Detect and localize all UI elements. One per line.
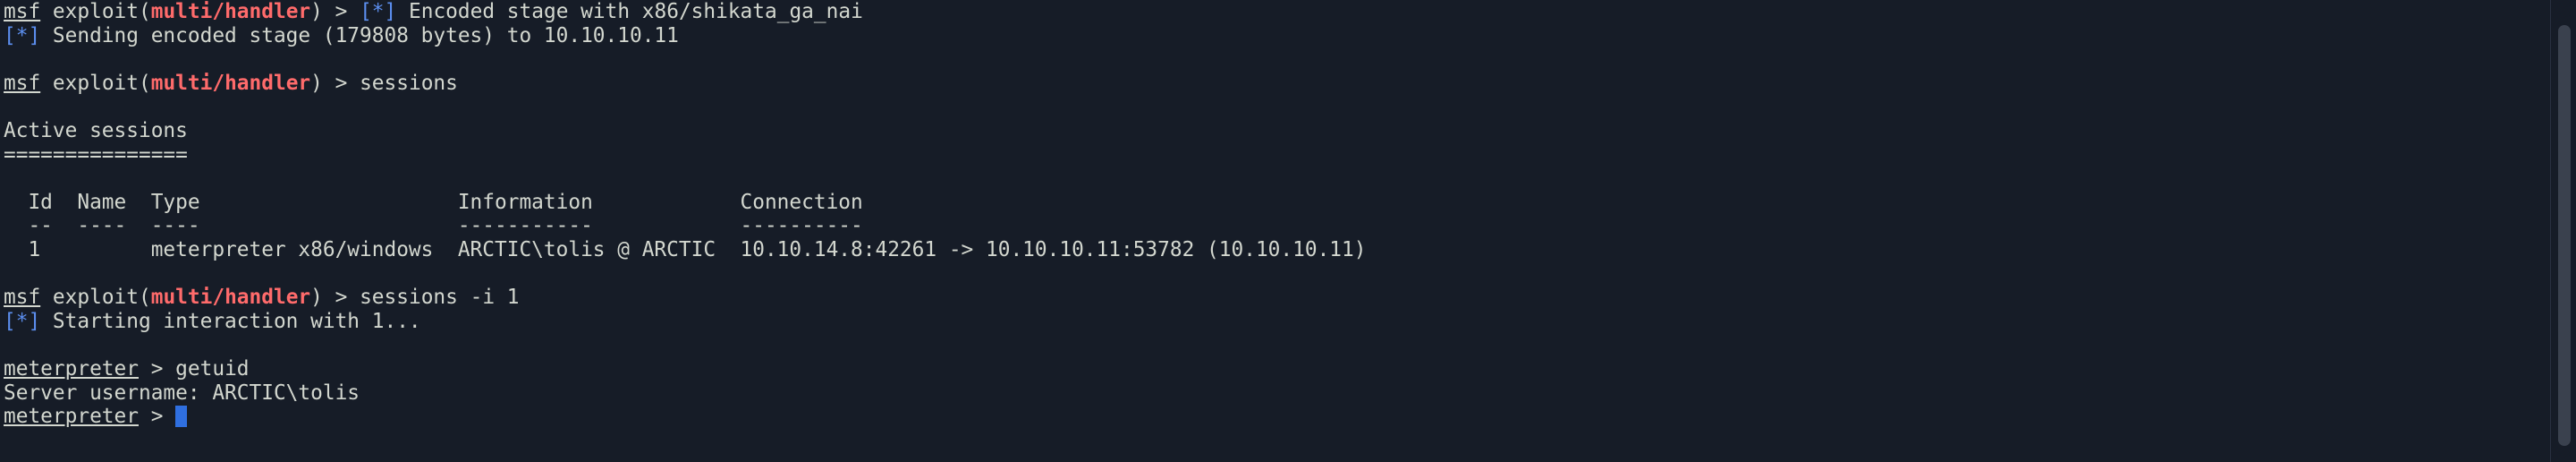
output-text: Sending encoded stage (179808 bytes) to …: [40, 23, 679, 47]
terminal-line-empty: [0, 47, 2551, 72]
terminal-window[interactable]: msf exploit(multi/handler) > [*] Encoded…: [0, 0, 2551, 462]
output-text: Starting interaction with 1...: [40, 309, 421, 333]
table-row: 1 meterpreter x86/windows ARCTIC\tolis @…: [4, 237, 1367, 261]
msf-prompt: msf: [4, 71, 41, 95]
msf-prompt: msf: [4, 286, 41, 310]
terminal-line: [*] Starting interaction with 1...: [0, 310, 2551, 334]
prompt-arrow: >: [138, 405, 176, 429]
text-cursor[interactable]: [175, 406, 188, 428]
sessions-underline: ===============: [4, 142, 188, 167]
terminal-line: msf exploit(multi/handler) > sessions: [0, 72, 2551, 96]
terminal-line-empty: [0, 333, 2551, 357]
terminal-line-empty: [0, 262, 2551, 287]
table-separator: -- ---- ---- ----------- ----------: [4, 214, 863, 238]
vertical-scrollbar[interactable]: [2550, 0, 2576, 462]
exploit-label: exploit(: [52, 286, 151, 310]
terminal-line-active[interactable]: meterpreter >: [0, 405, 2551, 429]
terminal-line-empty: [0, 167, 2551, 191]
exploit-label: exploit(: [52, 71, 151, 95]
module-name: multi/handler: [150, 286, 311, 310]
status-marker: [*]: [4, 309, 41, 333]
msf-prompt: msf: [4, 0, 41, 23]
command-text: getuid: [175, 356, 250, 381]
meterpreter-prompt: meterpreter: [4, 405, 139, 429]
prompt-close: ) >: [310, 0, 360, 23]
module-name: multi/handler: [150, 0, 311, 23]
terminal-line: [*] Sending encoded stage (179808 bytes)…: [0, 24, 2551, 48]
prompt-arrow: >: [138, 356, 176, 381]
terminal-line-empty: [0, 95, 2551, 119]
terminal-line: msf exploit(multi/handler) > sessions -i…: [0, 286, 2551, 310]
output-line: Server username: ARCTIC\tolis: [4, 381, 360, 405]
meterpreter-prompt: meterpreter: [4, 356, 139, 381]
table-header: Id Name Type Information Connection: [4, 190, 863, 214]
status-marker: [*]: [360, 0, 397, 23]
scrollbar-thumb[interactable]: [2558, 25, 2571, 446]
output-text: Encoded stage with x86/shikata_ga_nai: [396, 0, 863, 23]
sessions-heading: Active sessions: [4, 118, 188, 142]
command-text: sessions: [360, 71, 458, 95]
exploit-label: exploit(: [52, 0, 151, 23]
command-text: sessions -i 1: [360, 286, 520, 310]
terminal-line: msf exploit(multi/handler) > [*] Encoded…: [0, 0, 2551, 24]
status-marker: [*]: [4, 23, 41, 47]
module-name: multi/handler: [150, 71, 311, 95]
prompt-close: ) >: [310, 71, 360, 95]
terminal-line: meterpreter > getuid: [0, 357, 2551, 381]
prompt-close: ) >: [310, 286, 360, 310]
